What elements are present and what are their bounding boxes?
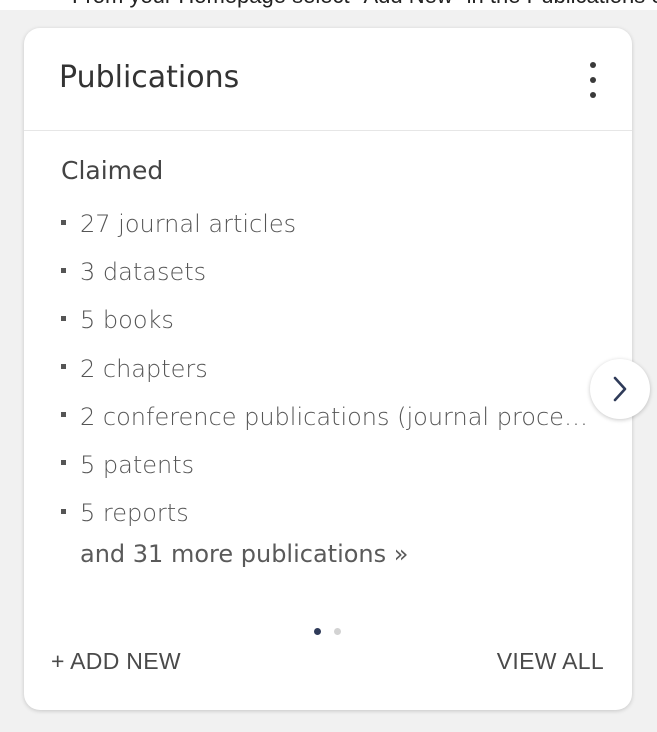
- list-item-label: 27 journal articles: [80, 210, 297, 238]
- list-item: 27 journal articles: [61, 204, 601, 252]
- kebab-dot: [590, 62, 596, 68]
- card-header: Publications: [24, 28, 632, 131]
- list-item: 5 reports: [61, 493, 601, 541]
- pagination-dot[interactable]: [334, 628, 341, 635]
- top-instruction-text: From your Homepage select "Add New" in t…: [72, 0, 657, 9]
- bullet-icon: [61, 412, 66, 418]
- list-item-label: 3 datasets: [80, 258, 207, 287]
- pagination-dot-active[interactable]: [314, 628, 321, 635]
- bullet-icon: [61, 315, 66, 321]
- kebab-dot: [590, 92, 596, 98]
- publication-list: 27 journal articles 3 datasets 5 books 2…: [61, 204, 601, 541]
- kebab-menu-icon[interactable]: [580, 62, 606, 102]
- kebab-dot: [590, 77, 596, 83]
- view-all-button[interactable]: VIEW ALL: [497, 648, 604, 675]
- publications-card: Publications Claimed 27 journal articles…: [24, 28, 632, 710]
- list-item: 5 books: [61, 300, 601, 348]
- list-item-label: 2 conference publications (journal proce…: [80, 402, 601, 431]
- chevron-right-icon: [613, 376, 627, 402]
- list-item-label: 2 chapters: [80, 354, 208, 383]
- bullet-icon: [61, 219, 66, 225]
- bullet-icon: [61, 364, 66, 370]
- card-title: Publications: [59, 60, 240, 95]
- next-slide-button[interactable]: [590, 359, 650, 419]
- more-publications-link[interactable]: and 31 more publications »: [80, 540, 408, 568]
- list-item: 2 chapters: [61, 349, 601, 397]
- list-item: 3 datasets: [61, 252, 601, 300]
- bullet-icon: [61, 508, 66, 514]
- list-item: 2 conference publications (journal proce…: [61, 397, 601, 445]
- bullet-icon: [61, 460, 66, 466]
- list-item-label: 5 patents: [80, 450, 195, 479]
- add-new-button[interactable]: + ADD NEW: [51, 648, 181, 675]
- list-item-label: 5 reports: [80, 499, 189, 528]
- list-item-label: 5 books: [80, 306, 174, 335]
- top-instruction-strip: From your Homepage select "Add New" in t…: [0, 0, 657, 10]
- section-title-claimed: Claimed: [61, 156, 164, 185]
- bullet-icon: [61, 267, 66, 273]
- list-item: 5 patents: [61, 445, 601, 493]
